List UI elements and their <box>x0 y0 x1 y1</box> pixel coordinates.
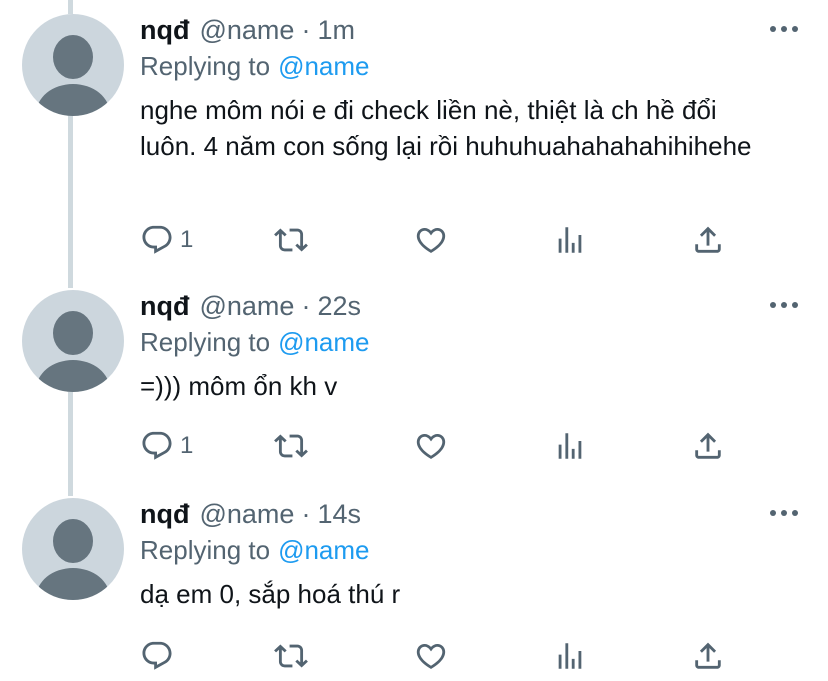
tweet[interactable]: nqđ @name · 14s Replying to @name dạ em 0… <box>0 498 828 681</box>
analytics-icon <box>558 227 582 253</box>
reply-button[interactable]: 1 <box>140 426 193 466</box>
share-button[interactable] <box>691 426 725 466</box>
like-button[interactable] <box>414 220 448 260</box>
share-icon <box>695 226 721 253</box>
tweet-header: nqđ @name · 14s <box>140 498 361 530</box>
separator-dot: · <box>301 291 311 321</box>
display-name[interactable]: nqđ <box>140 290 189 322</box>
analytics-button[interactable] <box>553 426 587 466</box>
user-handle[interactable]: @name <box>199 498 294 530</box>
more-options-icon[interactable] <box>770 24 798 34</box>
analytics-icon <box>558 433 582 459</box>
share-icon <box>695 432 721 459</box>
reply-icon <box>142 641 172 670</box>
avatar[interactable] <box>22 14 124 116</box>
tweet-actions <box>140 636 740 676</box>
timestamp[interactable]: 22s <box>317 290 361 322</box>
reply-count: 1 <box>180 432 194 459</box>
avatar[interactable] <box>22 498 124 600</box>
display-name[interactable]: nqđ <box>140 14 189 46</box>
timestamp[interactable]: 1m <box>317 14 355 46</box>
more-options-icon[interactable] <box>770 508 798 518</box>
tweet-header: nqđ @name · 22s <box>140 290 361 322</box>
tweet-text: =))) môm ổn kh v <box>140 371 338 401</box>
like-button[interactable] <box>414 426 448 466</box>
user-handle[interactable]: @name <box>199 290 294 322</box>
reply-icon <box>142 225 172 254</box>
avatar[interactable] <box>22 290 124 392</box>
thread-connector-line <box>68 0 73 14</box>
reply-button[interactable]: 1 <box>140 220 193 260</box>
timestamp[interactable]: 14s <box>317 498 361 530</box>
reply-button[interactable] <box>140 636 180 676</box>
reply-icon <box>142 431 172 460</box>
tweet[interactable]: nqđ @name · 22s Replying to @name =))) mô… <box>0 290 828 486</box>
reply-count: 1 <box>180 226 194 253</box>
like-icon <box>416 433 446 459</box>
like-icon <box>416 643 446 669</box>
analytics-button[interactable] <box>553 636 587 676</box>
more-options-icon[interactable] <box>770 300 798 310</box>
reply-thread: nqđ @name · 1m Replying to @name nghe môm… <box>0 0 828 681</box>
share-button[interactable] <box>691 220 725 260</box>
share-icon <box>695 642 721 669</box>
like-button[interactable] <box>414 636 448 676</box>
separator-dot: · <box>301 15 311 45</box>
retweet-button[interactable] <box>274 220 308 260</box>
user-handle[interactable]: @name <box>199 14 294 46</box>
tweet[interactable]: nqđ @name · 1m Replying to @name nghe môm… <box>0 14 828 284</box>
analytics-button[interactable] <box>553 220 587 260</box>
share-button[interactable] <box>691 636 725 676</box>
replying-to-mention[interactable]: @name <box>278 327 369 357</box>
replying-to-line: Replying to @name <box>140 50 370 82</box>
retweet-button[interactable] <box>274 636 308 676</box>
replying-to-label: Replying to <box>140 51 271 81</box>
retweet-button[interactable] <box>274 426 308 466</box>
replying-to-line: Replying to @name <box>140 326 370 358</box>
retweet-icon <box>274 644 308 668</box>
display-name[interactable]: nqđ <box>140 498 189 530</box>
replying-to-mention[interactable]: @name <box>278 535 369 565</box>
analytics-icon <box>558 643 582 669</box>
separator-dot: · <box>301 499 311 529</box>
tweet-actions: 1 <box>140 220 740 260</box>
like-icon <box>416 227 446 253</box>
retweet-icon <box>274 228 308 252</box>
replying-to-mention[interactable]: @name <box>278 51 369 81</box>
retweet-icon <box>274 434 308 458</box>
replying-to-label: Replying to <box>140 535 271 565</box>
tweet-text: dạ em 0, sắp hoá thú r <box>140 579 401 609</box>
replying-to-label: Replying to <box>140 327 271 357</box>
tweet-header: nqđ @name · 1m <box>140 14 355 46</box>
replying-to-line: Replying to @name <box>140 534 370 566</box>
tweet-text: nghe môm nói e đi check liền nè, thiệt l… <box>140 95 752 161</box>
tweet-actions: 1 <box>140 426 740 466</box>
